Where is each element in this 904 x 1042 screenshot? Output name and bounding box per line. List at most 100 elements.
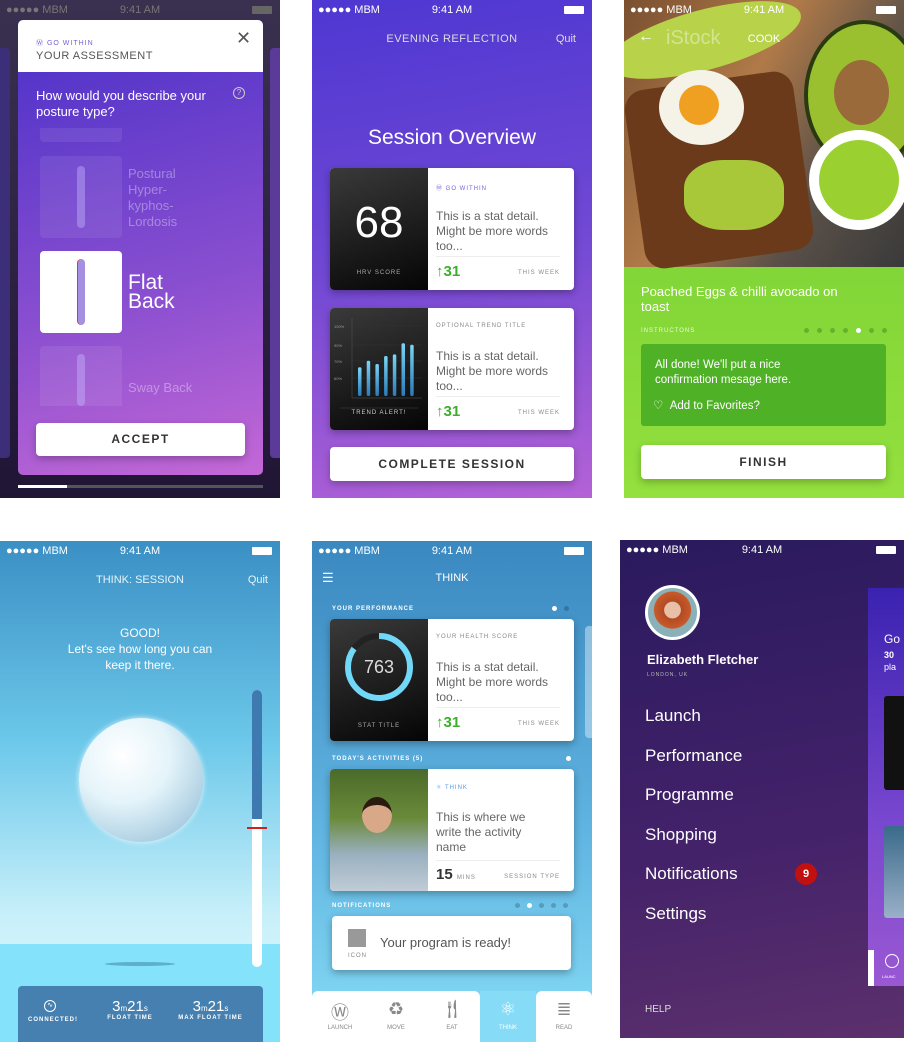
- trend-card[interactable]: 100% 90% 70% 60% TREND ALERT! OPTIONAL TREND…: [330, 308, 574, 430]
- notifications-badge: 9: [795, 863, 817, 885]
- think-dashboard-screen: ●●●●● MBM 9:41 AM ☰ THINK YOUR PERFORMANC…: [312, 541, 592, 1042]
- brand-logo-icon: Ⓦ: [436, 186, 446, 192]
- tab-bar: Ⓦ LAUNCH ♻ MOVE 🍴︎ EAT ⚛ THINK ≣ READ: [312, 991, 592, 1042]
- page-dot[interactable]: [539, 903, 544, 908]
- health-score-card[interactable]: 763 STAT TITLE YOUR HEALTH SCORE This is …: [330, 619, 574, 741]
- trend-bar: [384, 356, 388, 396]
- heart-icon: ♡: [653, 400, 670, 412]
- trend-tick-label: 100%: [334, 324, 345, 329]
- question: How would you describe your posture type…: [36, 88, 206, 119]
- atom-icon: ⚛: [436, 785, 445, 791]
- launch-icon: [885, 954, 899, 968]
- tab-read[interactable]: ≣ READ: [536, 991, 592, 1042]
- step-dot[interactable]: [817, 328, 822, 333]
- arrow-up-icon: ↑: [436, 714, 444, 731]
- status-bar: ●●●●● MBM 9:41 AM: [0, 0, 280, 20]
- lines-icon: ≣: [556, 999, 572, 1019]
- menu-item-settings[interactable]: Settings: [645, 904, 706, 924]
- reflection-screen: ●●●●● MBM 9:41 AM EVENING REFLECTION Quit…: [312, 0, 592, 498]
- page-dot[interactable]: [563, 903, 568, 908]
- recipe-title: Poached Eggs & chilli avocado on toast: [641, 284, 838, 314]
- arrow-up-icon: ↑: [436, 403, 444, 420]
- hrv-card[interactable]: 68 HRV SCORE Ⓦ GO WITHIN This is a stat d…: [330, 168, 574, 290]
- posture-figure-icon: [77, 354, 85, 406]
- user-name: Elizabeth Fletcher: [647, 652, 759, 667]
- tab-launch[interactable]: Ⓦ LAUNCH: [312, 991, 368, 1042]
- assessment-modal: Ⓦ GO WITHIN YOUR ASSESSMENT ✕ How would …: [18, 20, 263, 475]
- posture-figure-icon: [77, 166, 85, 228]
- activity-card[interactable]: ⚛ THINK This is where we write the activ…: [330, 769, 574, 891]
- add-favorites-link[interactable]: ♡ Add to Favorites?: [653, 398, 760, 412]
- trend-bar: [392, 354, 397, 396]
- posture-figure-icon: [77, 259, 85, 325]
- arrow-up-icon: ↑: [436, 263, 444, 280]
- status-bar: ●●●●● MBM 9:41 AM: [312, 541, 592, 561]
- peek-main-screen[interactable]: Go 30 pla LAUNC: [868, 588, 904, 986]
- option-sway-back[interactable]: Sway Back: [40, 346, 240, 406]
- help-link[interactable]: HELP: [645, 1004, 671, 1015]
- tab-move[interactable]: ♻ MOVE: [368, 991, 424, 1042]
- trend-tick-label: 70%: [334, 359, 342, 364]
- trend-bar: [358, 367, 362, 396]
- atom-icon: ⚛: [499, 999, 517, 1019]
- progress-bar: [18, 485, 263, 488]
- bubble: [79, 718, 203, 842]
- status-bar: ●●●●● MBM 9:41 AM: [0, 541, 280, 561]
- step-dot[interactable]: [843, 328, 848, 333]
- cook-screen: ●●●●● MBM 9:41 AM ← COOK iStock Poached E…: [624, 0, 904, 498]
- tab-eat[interactable]: 🍴︎ EAT: [424, 991, 480, 1042]
- slider-thumb[interactable]: [247, 827, 267, 830]
- status-bar: ●●●●● MBM 9:41 AM: [312, 0, 592, 20]
- avatar[interactable]: [645, 585, 700, 640]
- step-dot[interactable]: [830, 328, 835, 333]
- quit-button[interactable]: Quit: [248, 574, 268, 586]
- step-dots[interactable]: [804, 328, 894, 336]
- modal-title: YOUR ASSESSMENT: [36, 50, 153, 62]
- menu-item-programme[interactable]: Programme: [645, 785, 734, 805]
- notification-card[interactable]: ICON Your program is ready!: [332, 916, 571, 970]
- tab-think[interactable]: ⚛ THINK: [480, 991, 536, 1042]
- option-flat-back[interactable]: Flat Back: [40, 251, 240, 333]
- recycle-icon: ♻: [387, 999, 405, 1019]
- trend-tick-label: 90%: [334, 343, 342, 348]
- menu-item-notifications[interactable]: Notifications: [645, 864, 738, 884]
- step-dot[interactable]: [804, 328, 809, 333]
- notification-dots[interactable]: [515, 903, 575, 909]
- activity-photo: [330, 769, 428, 891]
- close-icon[interactable]: ✕: [236, 28, 251, 49]
- trend-bar: [366, 360, 371, 396]
- stats-panel: ∿ CONNECTED! 3m21s FLOAT TIME 3m21s MAX FLO…: [18, 986, 263, 1042]
- cutlery-icon: 🍴︎: [440, 999, 464, 1019]
- status-bar: ●●●●● MBM 9:41 AM: [624, 0, 904, 20]
- side-menu-screen: ●●●●● MBM 9:41 AM Go 30 pla LAUNC Elizabe…: [620, 540, 904, 1038]
- menu-item-launch[interactable]: Launch: [645, 706, 701, 726]
- connection-icon: ∿: [44, 1000, 56, 1012]
- placeholder-icon: [348, 929, 366, 947]
- watermark: iStock: [666, 27, 721, 49]
- help-icon[interactable]: ?: [233, 87, 245, 99]
- complete-session-button[interactable]: COMPLETE SESSION: [330, 447, 574, 481]
- option-postural[interactable]: Postural Hyper-kyphos-Lordosis: [40, 156, 240, 238]
- step-dot[interactable]: [856, 328, 861, 333]
- page-dot[interactable]: [527, 903, 532, 908]
- page-dot[interactable]: [551, 903, 556, 908]
- status-bar: ●●●●● MBM 9:41 AM: [620, 540, 904, 560]
- trend-bar: [375, 364, 379, 396]
- finish-button[interactable]: FINISH: [641, 445, 886, 479]
- assessment-screen: ●●●●● MBM 9:41 AM Ⓦ GO WITHIN YOUR ASSESS…: [0, 0, 280, 498]
- menu-item-shopping[interactable]: Shopping: [645, 825, 717, 845]
- trend-bar: [401, 343, 405, 396]
- trend-tick-label: 60%: [334, 376, 342, 381]
- accept-button[interactable]: ACCEPT: [36, 423, 245, 456]
- page-dot[interactable]: [515, 903, 520, 908]
- step-dot[interactable]: [882, 328, 887, 333]
- think-session-screen: ●●●●● MBM 9:41 AM THINK: SESSION Quit GOO…: [0, 541, 280, 1042]
- page-title: Session Overview: [367, 126, 537, 149]
- confirmation-box: All done! We'll put a nice confirmation …: [641, 344, 886, 426]
- brand-logo-icon: Ⓦ: [36, 40, 47, 47]
- launch-icon: Ⓦ: [331, 1003, 349, 1023]
- step-dot[interactable]: [869, 328, 874, 333]
- trend-bar: [410, 344, 414, 396]
- quit-button[interactable]: Quit: [556, 33, 576, 45]
- menu-item-performance[interactable]: Performance: [645, 746, 742, 766]
